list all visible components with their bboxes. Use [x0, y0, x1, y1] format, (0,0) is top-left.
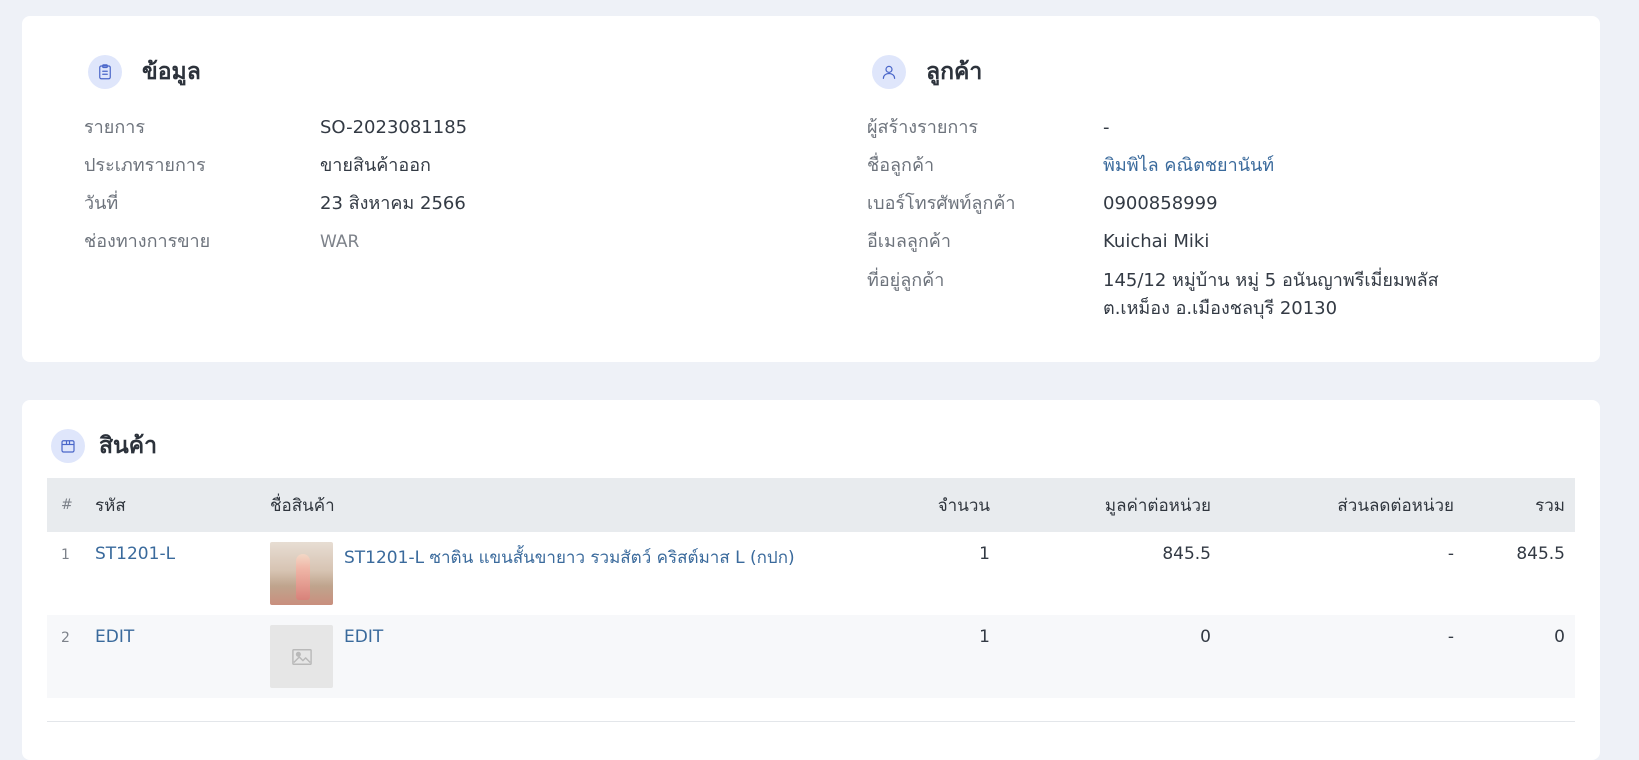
product-code-link[interactable]: EDIT	[85, 615, 260, 698]
product-name-link[interactable]: ST1201-L ซาติน แขนสั้นขายาว รวมสัตว์ คริ…	[344, 544, 795, 571]
user-icon	[872, 55, 906, 89]
info-section-header: ข้อมูล	[88, 54, 201, 90]
col-total: รวม	[1535, 495, 1565, 516]
product-thumbnail[interactable]	[270, 542, 333, 605]
info-card: ข้อมูล รายการ SO-2023081185 ประเภทรายการ…	[22, 16, 1600, 362]
product-cell: EDIT	[260, 615, 820, 698]
info-title: ข้อมูล	[142, 59, 201, 85]
col-unit-price: มูลค่าต่อหน่วย	[1104, 495, 1211, 516]
col-qty: จำนวน	[937, 495, 990, 516]
info-label: รายการ	[84, 117, 145, 138]
product-table: # รหัส ชื่อสินค้า จำนวน มูลค่าต่อหน่วย ส…	[47, 478, 1575, 698]
row-unit-price: 845.5	[1162, 544, 1211, 564]
row-qty: 1	[979, 544, 990, 564]
col-code: รหัส	[95, 495, 126, 516]
info-label: วันที่	[84, 193, 119, 214]
product-name-link[interactable]: EDIT	[344, 627, 383, 647]
row-total: 845.5	[1516, 544, 1565, 564]
customer-label: ผู้สร้างรายการ	[867, 117, 979, 138]
customer-label: เบอร์โทรศัพท์ลูกค้า	[867, 193, 1016, 214]
col-name: ชื่อสินค้า	[270, 495, 335, 516]
customer-address-line2: ต.เหม็อง อ.เมืองชลบุรี 20130	[1103, 298, 1338, 319]
row-index: 2	[61, 630, 70, 646]
table-bottom-divider	[47, 721, 1575, 722]
product-title: สินค้า	[99, 433, 158, 459]
customer-email: Kuichai Miki	[1103, 231, 1210, 252]
row-qty: 1	[979, 627, 990, 647]
order-number: SO-2023081185	[320, 117, 468, 138]
row-unit-price: 0	[1200, 627, 1211, 647]
image-placeholder-icon	[270, 625, 333, 688]
clipboard-icon	[88, 55, 122, 89]
row-unit-discount: -	[1447, 544, 1454, 564]
table-row: 2 EDIT EDIT 1 0 - 0	[47, 615, 1575, 698]
product-code-link[interactable]: ST1201-L	[85, 532, 260, 615]
customer-address-line1: 145/12 หมู่บ้าน หมู่ 5 อนันญาพรีเมี่ยมพล…	[1103, 270, 1439, 291]
customer-section-header: ลูกค้า	[872, 54, 982, 90]
customer-label: ชื่อลูกค้า	[867, 155, 935, 176]
sales-channel: WAR	[320, 232, 360, 252]
box-icon	[51, 429, 85, 463]
creator-value: -	[1103, 117, 1110, 138]
customer-phone: 0900858999	[1103, 193, 1218, 214]
customer-name-link[interactable]: พิมพิไล คณิตชยานันท์	[1103, 152, 1274, 180]
product-cell: ST1201-L ซาติน แขนสั้นขายาว รวมสัตว์ คริ…	[260, 532, 820, 615]
product-card: สินค้า # รหัส ชื่อสินค้า จำนวน มูลค่าต่อ…	[22, 400, 1600, 760]
customer-label: ที่อยู่ลูกค้า	[867, 270, 945, 291]
col-index: #	[61, 497, 73, 513]
row-index: 1	[61, 547, 70, 563]
row-total: 0	[1554, 627, 1565, 647]
customer-title: ลูกค้า	[926, 59, 983, 85]
table-row: 1 ST1201-L ST1201-L ซาติน แขนสั้นขายาว ร…	[47, 532, 1575, 615]
info-label: ช่องทางการขาย	[84, 231, 211, 252]
customer-label: อีเมลลูกค้า	[867, 231, 951, 252]
table-header-row: # รหัส ชื่อสินค้า จำนวน มูลค่าต่อหน่วย ส…	[47, 478, 1575, 532]
col-unit-discount: ส่วนลดต่อหน่วย	[1337, 495, 1454, 516]
product-section-header: สินค้า	[51, 428, 157, 464]
row-unit-discount: -	[1447, 627, 1454, 647]
order-type: ขายสินค้าออก	[320, 155, 431, 176]
info-label: ประเภทรายการ	[84, 155, 206, 176]
order-date: 23 สิงหาคม 2566	[320, 193, 466, 214]
